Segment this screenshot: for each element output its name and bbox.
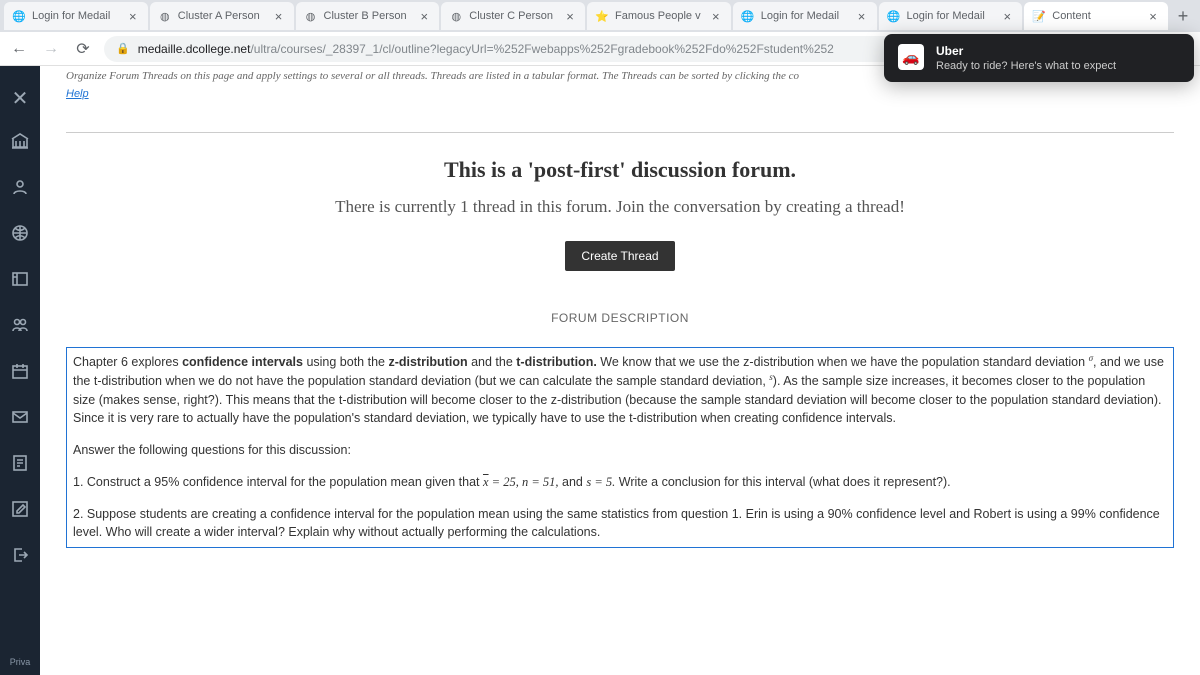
close-icon[interactable]: × <box>709 9 723 23</box>
desc-paragraph-2: Answer the following questions for this … <box>73 441 1167 459</box>
notification-text: Uber Ready to ride? Here's what to expec… <box>936 44 1116 72</box>
tab-7-active[interactable]: 📝 Content × <box>1024 2 1168 30</box>
globe-grid-icon <box>10 223 30 243</box>
sidebar-close[interactable]: ✕ <box>0 78 40 118</box>
notification-body: Ready to ride? Here's what to expect <box>936 60 1116 72</box>
sidebar-profile[interactable] <box>0 164 40 210</box>
reload-button[interactable]: ⟳ <box>72 38 94 60</box>
close-icon[interactable]: × <box>272 9 286 23</box>
tab-6[interactable]: 🌐 Login for Medail × <box>879 2 1023 30</box>
sidebar-courses[interactable] <box>0 256 40 302</box>
new-tab-button[interactable]: + <box>1170 3 1196 29</box>
sidebar-organizations[interactable] <box>0 302 40 348</box>
desc-paragraph-1: Chapter 6 explores confidence intervals … <box>73 352 1167 427</box>
back-button[interactable]: ← <box>8 38 30 60</box>
grades-icon <box>10 453 30 473</box>
institution-icon <box>10 131 30 151</box>
tab-title: Famous People v <box>615 10 703 22</box>
help-link[interactable]: Help <box>66 88 89 100</box>
main-container: ✕ Priva Organize Forum Threads on this p… <box>0 66 1200 675</box>
sidebar-footer: Priva <box>0 657 40 675</box>
tab-1[interactable]: ◍ Cluster A Person × <box>150 2 294 30</box>
sidebar-tools[interactable] <box>0 486 40 532</box>
tab-title: Cluster C Person <box>469 10 557 22</box>
uber-icon: 🚗 <box>898 44 924 70</box>
desc-question-1: 1. Construct a 95% confidence interval f… <box>73 473 1167 491</box>
close-icon[interactable]: × <box>855 9 869 23</box>
close-icon[interactable]: × <box>126 9 140 23</box>
forum-heading: This is a 'post-first' discussion forum. <box>66 157 1174 183</box>
edit-icon <box>10 499 30 519</box>
lock-icon: 🔒 <box>116 42 130 55</box>
tab-title: Login for Medail <box>907 10 995 22</box>
sidebar-messages[interactable] <box>0 394 40 440</box>
close-icon[interactable]: × <box>563 9 577 23</box>
globe-icon: 🌐 <box>741 9 755 23</box>
close-icon[interactable]: × <box>417 9 431 23</box>
tab-title: Login for Medail <box>32 10 120 22</box>
doc-icon: ◍ <box>304 9 318 23</box>
courses-icon <box>10 269 30 289</box>
close-icon[interactable]: × <box>1146 9 1160 23</box>
close-icon[interactable]: × <box>1000 9 1014 23</box>
doc-icon: ◍ <box>158 9 172 23</box>
notification-popup[interactable]: 🚗 Uber Ready to ride? Here's what to exp… <box>884 34 1194 82</box>
address-bar-row: ← → ⟳ 🔒 medaille.dcollege.net/ultra/cour… <box>0 32 1200 66</box>
signout-icon <box>10 545 30 565</box>
tab-2[interactable]: ◍ Cluster B Person × <box>296 2 440 30</box>
tab-0[interactable]: 🌐 Login for Medail × <box>4 2 148 30</box>
forum-description-box[interactable]: Chapter 6 explores confidence intervals … <box>66 347 1174 548</box>
forward-button[interactable]: → <box>40 38 62 60</box>
privacy-label: Priva <box>10 657 31 667</box>
sidebar-grades[interactable] <box>0 440 40 486</box>
note-icon: 📝 <box>1032 9 1046 23</box>
person-icon <box>10 177 30 197</box>
sidebar-calendar[interactable] <box>0 348 40 394</box>
calendar-icon <box>10 361 30 381</box>
forum-description-label: FORUM DESCRIPTION <box>66 311 1174 325</box>
mail-icon <box>10 407 30 427</box>
tab-title: Cluster B Person <box>324 10 412 22</box>
tab-5[interactable]: 🌐 Login for Medail × <box>733 2 877 30</box>
sidebar: ✕ Priva <box>0 66 40 675</box>
people-icon <box>10 315 30 335</box>
doc-icon: ◍ <box>449 9 463 23</box>
tab-title: Cluster A Person <box>178 10 266 22</box>
star-icon: ⭐ <box>595 9 609 23</box>
sidebar-institution[interactable] <box>0 118 40 164</box>
content-area: Organize Forum Threads on this page and … <box>40 66 1200 675</box>
notification-title: Uber <box>936 44 1116 58</box>
desc-question-2: 2. Suppose students are creating a confi… <box>73 505 1167 541</box>
tab-4[interactable]: ⭐ Famous People v × <box>587 2 731 30</box>
globe-icon: 🌐 <box>12 9 26 23</box>
divider <box>66 132 1174 133</box>
globe-icon: 🌐 <box>887 9 901 23</box>
sidebar-signout[interactable] <box>0 532 40 578</box>
tab-title: Login for Medail <box>761 10 849 22</box>
tab-title: Content <box>1052 10 1140 22</box>
tab-3[interactable]: ◍ Cluster C Person × <box>441 2 585 30</box>
create-thread-button[interactable]: Create Thread <box>565 241 674 271</box>
browser-tab-strip: 🌐 Login for Medail × ◍ Cluster A Person × ◍ C… <box>0 0 1200 32</box>
sidebar-activity[interactable] <box>0 210 40 256</box>
forum-subheading: There is currently 1 thread in this foru… <box>66 197 1174 217</box>
